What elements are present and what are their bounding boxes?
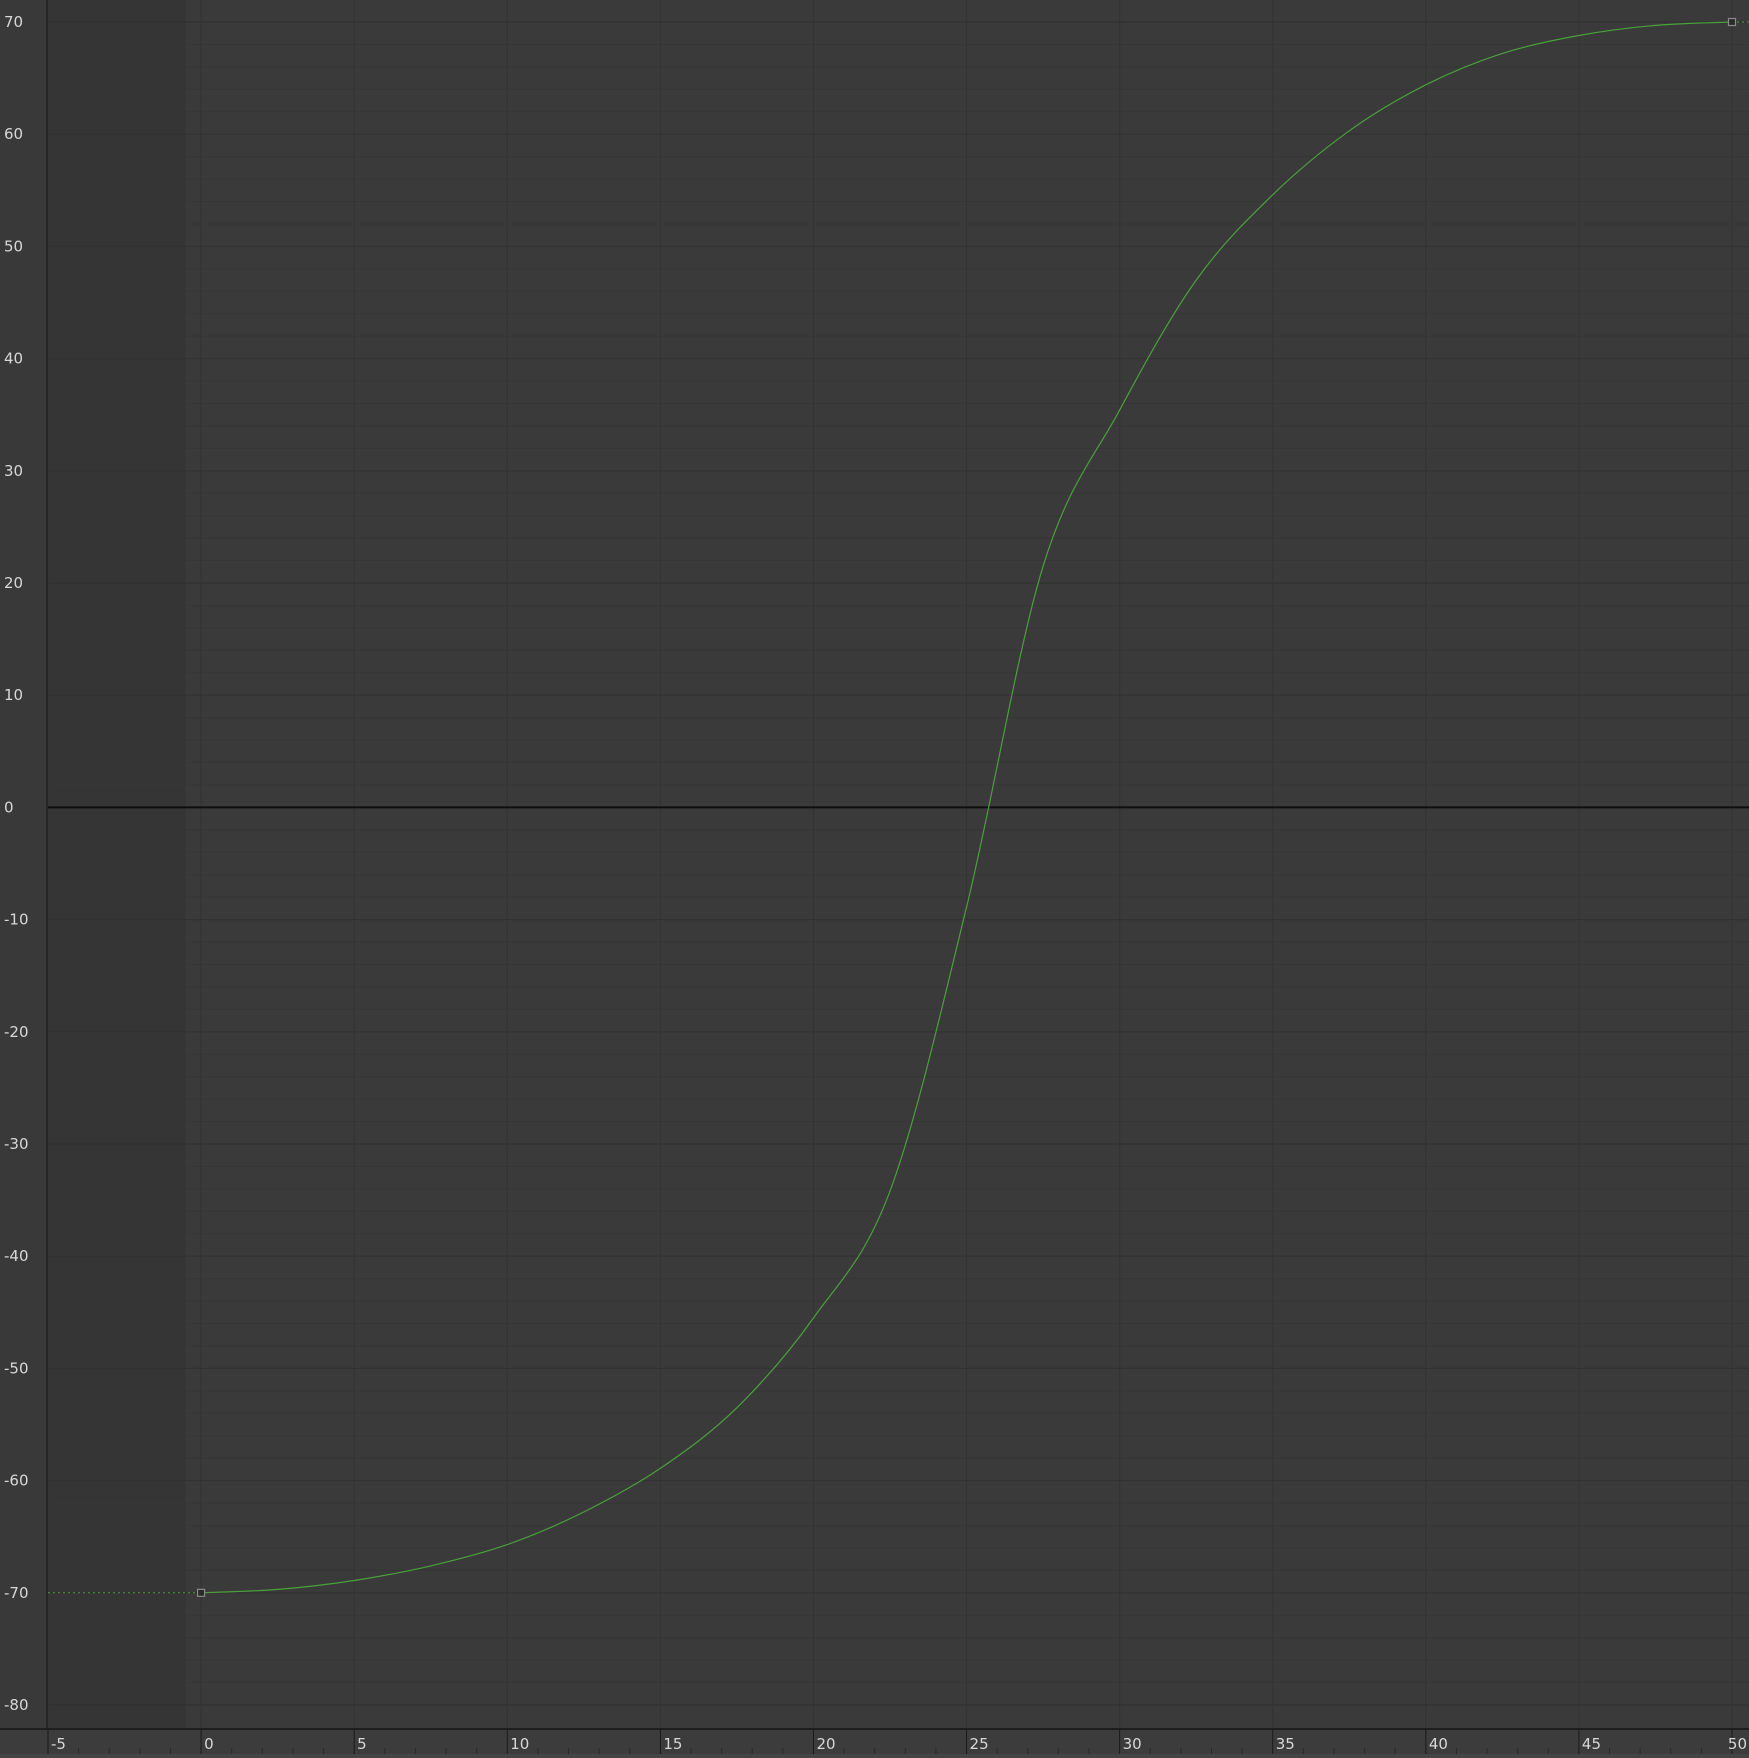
x-tick-label: 15 — [663, 1735, 682, 1753]
y-tick-label: -10 — [4, 911, 29, 929]
y-tick-label: 40 — [4, 350, 23, 368]
y-tick-label: 70 — [4, 13, 23, 31]
inactive-range-region — [48, 0, 186, 1729]
y-tick-label: 50 — [4, 237, 23, 255]
y-tick-label: -40 — [4, 1247, 29, 1265]
y-axis-ruler-background — [0, 0, 47, 1729]
x-tick-label: 35 — [1276, 1735, 1295, 1753]
y-tick-label: 20 — [4, 574, 23, 592]
x-tick-label: -5 — [51, 1735, 66, 1753]
x-tick-label: 0 — [204, 1735, 214, 1753]
y-tick-label: 10 — [4, 686, 23, 704]
x-tick-label: 5 — [357, 1735, 367, 1753]
x-tick-label: 45 — [1582, 1735, 1601, 1753]
keyframe[interactable] — [1727, 17, 1737, 27]
x-tick-label: 10 — [510, 1735, 529, 1753]
y-tick-label: -80 — [4, 1696, 29, 1714]
y-tick-label: 60 — [4, 125, 23, 143]
keyframe[interactable] — [196, 1588, 206, 1597]
y-tick-label: -60 — [4, 1472, 29, 1490]
y-tick-label: -50 — [4, 1359, 29, 1377]
graph-background — [0, 0, 1749, 1754]
curve-editor[interactable]: 70 60 50 40 30 20 10 0 -10 -20 -30 -40 -50 -60 -70 -80 … — [0, 0, 1749, 1754]
x-tick-label: 30 — [1123, 1735, 1142, 1753]
y-tick-label: 0 — [4, 798, 14, 816]
y-tick-label: 30 — [4, 462, 23, 480]
y-tick-label: -20 — [4, 1023, 29, 1041]
y-tick-label: -30 — [4, 1135, 29, 1153]
x-tick-label: 20 — [816, 1735, 835, 1753]
x-tick-label: 25 — [970, 1735, 989, 1753]
x-tick-label: 40 — [1429, 1735, 1448, 1753]
y-tick-label: -70 — [4, 1584, 29, 1602]
x-axis-ruler: -5 0 5 10 15 20 25 30 35 40 45 50 — [0, 1728, 1749, 1754]
curve-graph[interactable]: 706050403020100-10-20-30-40-50-60-70-80 … — [0, 0, 1749, 1754]
y-axis-ruler: 70 60 50 40 30 20 10 0 -10 -20 -30 -40 -50 -60 -70 -80 — [0, 0, 48, 1729]
inactive-region-layer — [48, 0, 186, 1729]
x-tick-label: 50 — [1728, 1735, 1747, 1753]
